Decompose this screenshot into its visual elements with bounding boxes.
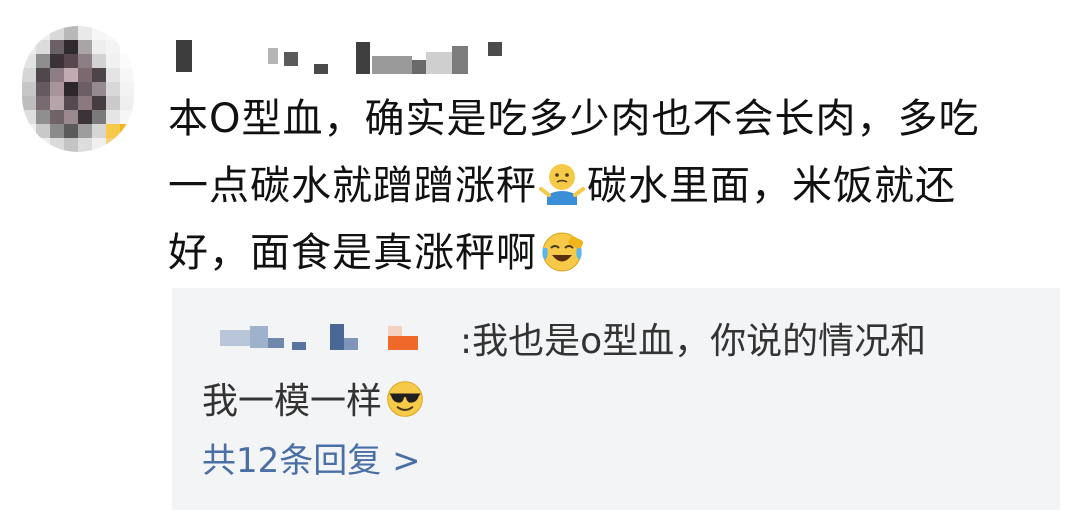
sunglasses-emoji-icon bbox=[387, 381, 423, 417]
comment-line-3-text: 好，面食是真涨秤啊 bbox=[168, 230, 537, 276]
shrug-emoji-icon bbox=[539, 164, 585, 205]
comment-line-1: 本O型血，确实是吃多少肉也不会长肉，多吃 bbox=[168, 96, 980, 142]
comment-line-3: 好，面食是真涨秤啊 bbox=[168, 220, 1068, 287]
username[interactable] bbox=[170, 38, 510, 76]
comment-card: 本O型血，确实是吃多少肉也不会长肉，多吃 一点碳水就蹭蹭涨秤 碳水里面，米饭就还… bbox=[0, 0, 1080, 514]
comment-text: 本O型血，确实是吃多少肉也不会长肉，多吃 一点碳水就蹭蹭涨秤 碳水里面，米饭就还… bbox=[168, 86, 1068, 287]
view-all-replies-link[interactable]: 共12条回复 > bbox=[202, 436, 421, 486]
reply-line-2: 我一模一样 bbox=[202, 372, 1042, 432]
comment-line-2: 一点碳水就蹭蹭涨秤 碳水里面，米饭就还 bbox=[168, 153, 1068, 220]
reply-line-1: :我也是o型血，你说的情况和 bbox=[460, 321, 927, 362]
comment-line-2-start: 一点碳水就蹭蹭涨秤 bbox=[168, 163, 537, 209]
reply-box[interactable]: :我也是o型血，你说的情况和 我一模一样 共12条回复 > bbox=[172, 288, 1060, 510]
reply-line-2-text: 我一模一样 bbox=[202, 381, 383, 422]
avatar[interactable] bbox=[22, 26, 134, 152]
laughing-crying-icon bbox=[542, 232, 584, 272]
comment-line-2-end: 碳水里面，米饭就还 bbox=[587, 163, 956, 209]
reply-text: :我也是o型血，你说的情况和 我一模一样 bbox=[202, 312, 1042, 432]
